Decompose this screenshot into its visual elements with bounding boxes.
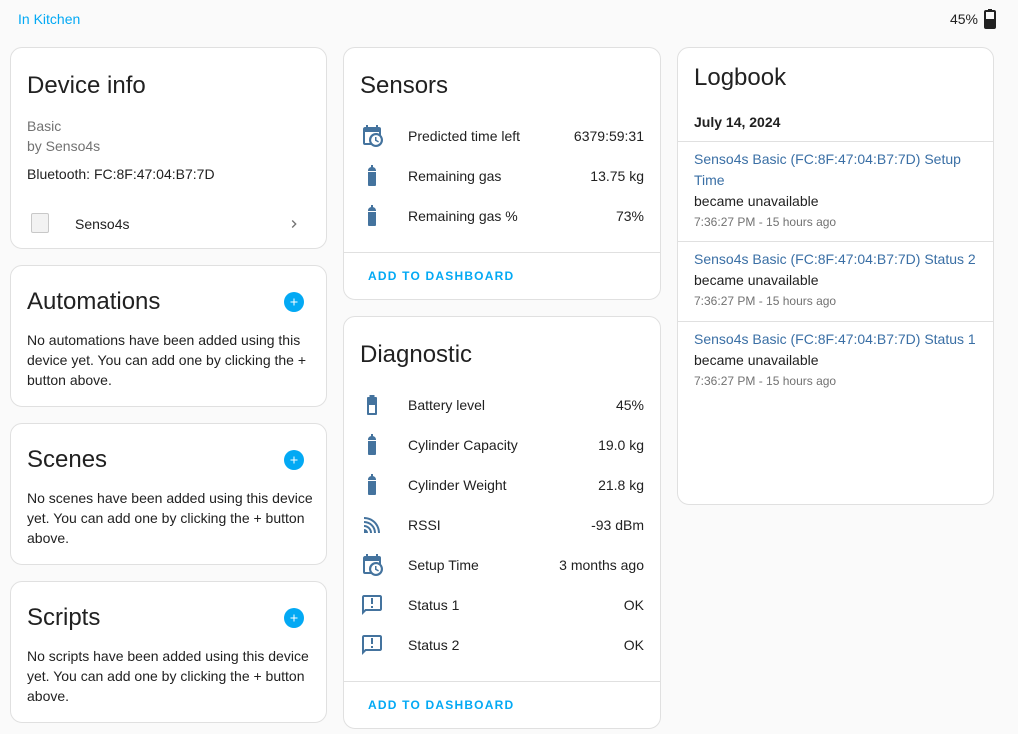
logbook-date: July 14, 2024 [694, 114, 781, 130]
gas-cylinder-icon [360, 164, 384, 188]
device-manufacturer: by Senso4s [27, 138, 101, 154]
calendar-clock-icon [360, 124, 384, 148]
entity-name: Cylinder Weight [408, 477, 507, 493]
entity-name: Setup Time [408, 557, 479, 573]
logbook-message: became unavailable [694, 272, 819, 288]
scenes-empty-text: No scenes have been added using this dev… [27, 490, 313, 546]
entity-value: 13.75 kg [590, 168, 644, 184]
battery-icon [360, 393, 384, 417]
gas-cylinder-icon [360, 473, 384, 497]
entity-value: 21.8 kg [598, 477, 644, 493]
top-bar: In Kitchen 45% [0, 0, 1018, 40]
card-title: Logbook [694, 64, 787, 91]
logbook-time: 7:36:27 PM - 15 hours ago [694, 215, 837, 229]
entity-row[interactable]: Setup Time 3 months ago [344, 545, 660, 585]
gas-cylinder-icon [360, 433, 384, 457]
entity-row[interactable]: Predicted time left 6379:59:31 [344, 116, 660, 156]
divider [678, 141, 993, 142]
scenes-card: Scenes No scenes have been added using t… [10, 423, 327, 565]
battery-status: 45% [950, 9, 996, 29]
divider [678, 321, 993, 322]
chevron-right-icon [291, 220, 297, 228]
logbook-entity-link[interactable]: Senso4s Basic (FC:8F:47:04:B7:7D) Status… [694, 249, 977, 270]
integration-label: Senso4s [75, 216, 130, 232]
scripts-empty-text: No scripts have been added using this de… [27, 648, 309, 704]
entity-row[interactable]: Battery level 45% [344, 385, 660, 425]
diagnostic-card: Diagnostic Battery level 45% Cylinder Ca… [343, 316, 661, 729]
logbook-entry: Senso4s Basic (FC:8F:47:04:B7:7D) Setup … [678, 149, 993, 232]
add-scene-button[interactable] [284, 450, 304, 470]
card-title: Diagnostic [360, 341, 473, 368]
entity-value: -93 dBm [591, 517, 644, 533]
add-automation-button[interactable] [284, 292, 304, 312]
divider [678, 241, 993, 242]
plus-icon [288, 296, 300, 308]
entity-row[interactable]: Status 1 OK [344, 585, 660, 625]
entity-name: Predicted time left [408, 128, 521, 144]
integration-row[interactable]: Senso4s [11, 204, 326, 244]
message-alert-icon [360, 633, 384, 657]
card-title: Scripts [27, 604, 101, 631]
logbook-entry: Senso4s Basic (FC:8F:47:04:B7:7D) Status… [678, 249, 993, 311]
gas-cylinder-icon [360, 204, 384, 228]
integration-logo [31, 213, 49, 233]
entity-name: Status 2 [408, 637, 460, 653]
logbook-entity-link[interactable]: Senso4s Basic (FC:8F:47:04:B7:7D) Setup … [694, 149, 977, 191]
area-link[interactable]: In Kitchen [18, 11, 80, 27]
entity-name: RSSI [408, 517, 441, 533]
device-info-card: Device info Basic by Senso4s Bluetooth: … [10, 47, 327, 249]
logbook-entry: Senso4s Basic (FC:8F:47:04:B7:7D) Status… [678, 329, 993, 391]
divider [344, 252, 660, 253]
wifi-signal-icon [360, 513, 384, 537]
add-to-dashboard-button[interactable]: ADD TO DASHBOARD [368, 269, 514, 283]
card-title: Automations [27, 288, 161, 315]
entity-row[interactable]: Cylinder Weight 21.8 kg [344, 465, 660, 505]
plus-icon [288, 454, 300, 466]
entity-name: Status 1 [408, 597, 460, 613]
entity-name: Remaining gas [408, 168, 502, 184]
entity-row[interactable]: Remaining gas % 73% [344, 196, 660, 236]
device-model: Basic [27, 118, 62, 134]
entity-name: Cylinder Capacity [408, 437, 518, 453]
entity-value: 3 months ago [559, 557, 644, 573]
calendar-clock-icon [360, 553, 384, 577]
message-alert-icon [360, 593, 384, 617]
logbook-time: 7:36:27 PM - 15 hours ago [694, 294, 837, 308]
device-connection: Bluetooth: FC:8F:47:04:B7:7D [27, 166, 215, 182]
divider [344, 681, 660, 682]
entity-row[interactable]: Remaining gas 13.75 kg [344, 156, 660, 196]
entity-value: 19.0 kg [598, 437, 644, 453]
logbook-message: became unavailable [694, 352, 819, 368]
card-title: Device info [27, 72, 146, 99]
entity-row[interactable]: Status 2 OK [344, 625, 660, 665]
entity-value: 45% [615, 397, 644, 413]
battery-percent: 45% [949, 11, 978, 27]
entity-row[interactable]: RSSI -93 dBm [344, 505, 660, 545]
entity-value: OK [623, 597, 644, 613]
entity-row[interactable]: Cylinder Capacity 19.0 kg [344, 425, 660, 465]
logbook-time: 7:36:27 PM - 15 hours ago [694, 374, 837, 388]
card-title: Sensors [360, 72, 449, 99]
add-to-dashboard-button[interactable]: ADD TO DASHBOARD [368, 698, 514, 712]
entity-name: Remaining gas % [408, 208, 518, 224]
logbook-card: Logbook July 14, 2024 Senso4s Basic (FC:… [677, 47, 994, 505]
automations-card: Automations No automations have been add… [10, 265, 327, 407]
entity-value: OK [623, 637, 644, 653]
entity-value: 6379:59:31 [573, 128, 644, 144]
scripts-card: Scripts No scripts have been added using… [10, 581, 327, 723]
plus-icon [288, 612, 300, 624]
card-title: Scenes [27, 446, 108, 473]
logbook-message: became unavailable [694, 193, 819, 209]
entity-value: 73% [615, 208, 644, 224]
sensors-card: Sensors Predicted time left 6379:59:31 R… [343, 47, 661, 300]
automations-empty-text: No automations have been added using thi… [27, 332, 307, 388]
add-script-button[interactable] [284, 608, 304, 628]
logbook-entity-link[interactable]: Senso4s Basic (FC:8F:47:04:B7:7D) Status… [694, 329, 977, 350]
entity-name: Battery level [408, 397, 486, 413]
battery-icon [984, 9, 996, 29]
